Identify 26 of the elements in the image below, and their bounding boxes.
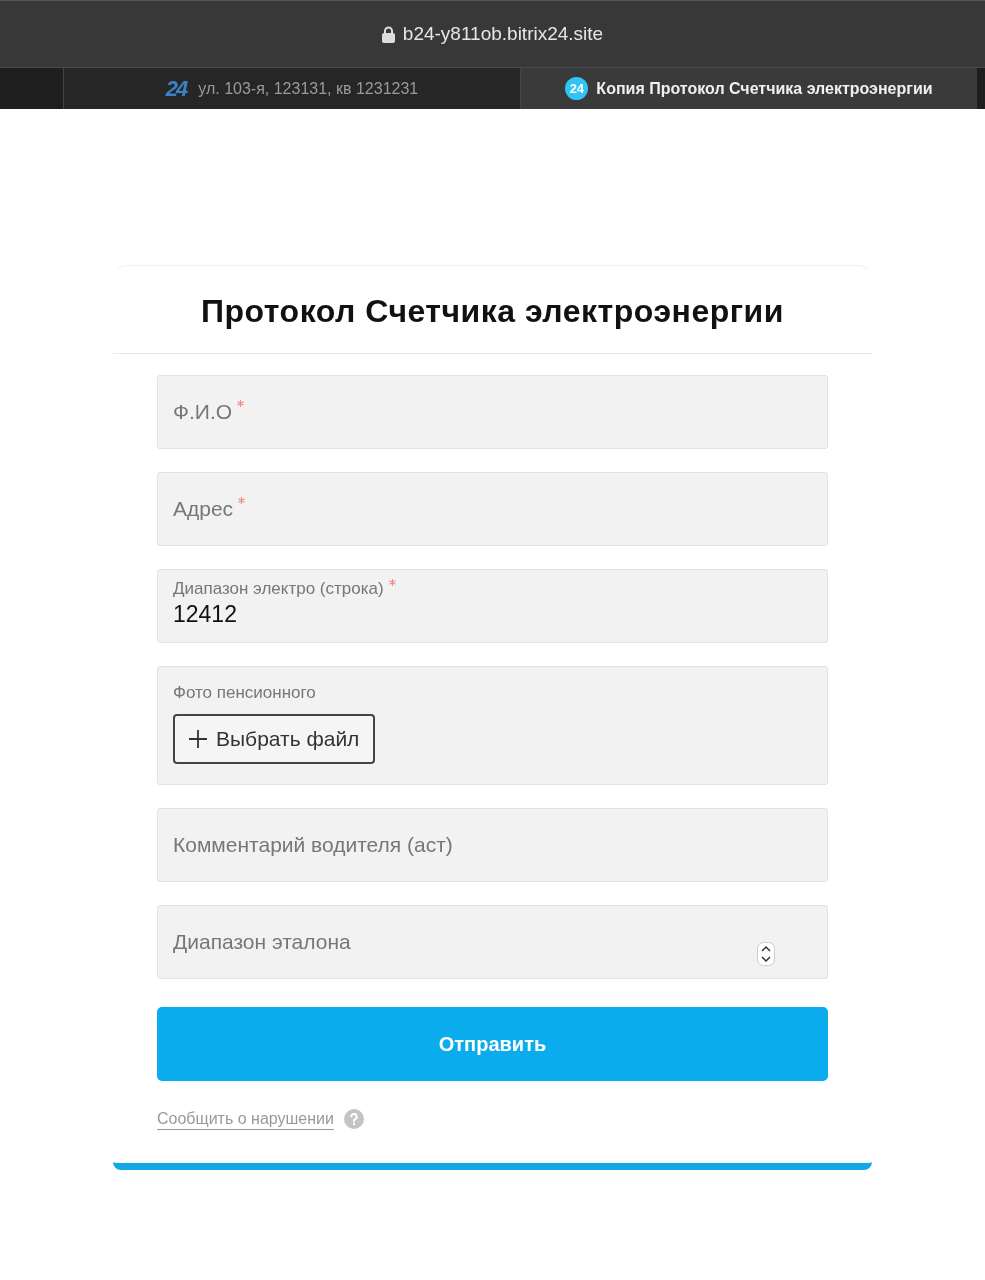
field-label: Диапазон электро (строка): [173, 579, 384, 598]
report-link[interactable]: Сообщить о нарушении: [157, 1108, 334, 1130]
field-label: Фото пенсионного: [173, 683, 316, 702]
lock-icon: [381, 25, 395, 43]
field-label: Диапазон эталона: [173, 930, 351, 953]
field-value: 12412: [173, 600, 238, 628]
field-label: Адрес: [173, 497, 234, 520]
input-field[interactable]: Адрес: [157, 472, 828, 546]
plus-icon: [189, 730, 207, 748]
tab-title: Копия Протокол Счетчика электроэнергии: [596, 78, 933, 99]
browser-tab[interactable]: 24 ул. 103-я, 123131, кв 1231231: [63, 68, 521, 109]
input-field[interactable]: Комментарий водителя (аст): [157, 808, 828, 882]
input-field[interactable]: Ф.И.О: [157, 375, 828, 449]
url-text[interactable]: b24-y811ob.bitrix24.site: [402, 19, 604, 49]
tab-logo: 24: [165, 75, 187, 103]
submit-button[interactable]: Отправить: [157, 1007, 828, 1081]
tab-logo: 24: [565, 77, 589, 100]
stepper-icon[interactable]: [757, 942, 775, 966]
tab-title: ул. 103-я, 123131, кв 1231231: [198, 78, 419, 99]
choose-file-button[interactable]: Выбрать файл: [173, 714, 376, 764]
field-label: Ф.И.О: [173, 400, 233, 423]
form-title: Протокол Счетчика электроэнергии: [113, 266, 872, 354]
field-label: Комментарий водителя (аст): [173, 833, 453, 856]
select-field[interactable]: Диапазон эталона: [157, 905, 828, 979]
browser-tab[interactable]: 24 Копия Протокол Счетчика электроэнергии: [521, 68, 977, 109]
input-field[interactable]: Диапазон электро (строка) 12412: [157, 569, 828, 643]
